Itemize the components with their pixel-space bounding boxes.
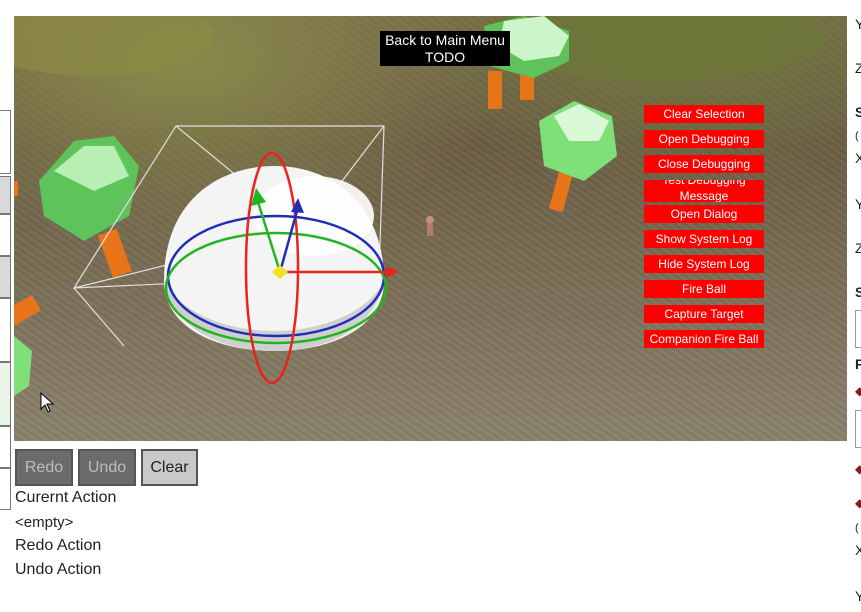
right-panel-label: Z (855, 60, 861, 76)
show-system-log-button[interactable]: Show System Log (644, 230, 764, 248)
left-panel-row[interactable] (0, 176, 11, 214)
tree (14, 294, 41, 396)
undo-action-label: Undo Action (15, 561, 102, 578)
close-debugging-button[interactable]: Close Debugging (644, 155, 764, 173)
tree (539, 101, 617, 213)
test-debugging-message-button[interactable]: Test Debugging Message (644, 180, 764, 202)
mouse-cursor-icon (40, 391, 55, 413)
right-panel-input[interactable] (855, 410, 861, 448)
hide-system-log-button[interactable]: Hide System Log (644, 255, 764, 273)
open-debugging-button[interactable]: Open Debugging (644, 130, 764, 148)
clear-selection-button[interactable]: Clear Selection (644, 105, 764, 123)
left-panel-row[interactable] (0, 214, 11, 256)
right-panel-label: Z (855, 240, 861, 256)
right-panel-heading: S (855, 104, 861, 120)
open-dialog-button[interactable]: Open Dialog (644, 205, 764, 223)
remove-icon[interactable]: ◆ (855, 384, 861, 398)
right-panel-label: Y (855, 588, 861, 604)
right-panel-label: ( (855, 130, 859, 142)
back-to-main-menu-button[interactable]: Back to Main Menu TODO (380, 31, 510, 66)
right-panel: Y Z S ( X Y Z S F ◆ ◆ ◆ ( X Y (854, 0, 861, 612)
right-panel-label: X (855, 542, 861, 558)
left-panel-row[interactable] (0, 256, 11, 298)
left-panel-row[interactable] (0, 426, 11, 468)
remove-icon[interactable]: ◆ (855, 496, 861, 510)
left-panel-row[interactable] (0, 298, 11, 362)
left-panel-row[interactable] (0, 110, 11, 174)
clear-button[interactable]: Clear (141, 449, 198, 486)
grass-patch (14, 16, 214, 76)
undo-button[interactable]: Undo (78, 449, 136, 486)
redo-button[interactable]: Redo (15, 449, 73, 486)
left-panel-row[interactable] (0, 362, 11, 426)
right-panel-label: Y (855, 16, 861, 32)
current-action-value: <empty> (15, 514, 74, 531)
right-panel-heading: F (855, 356, 861, 372)
right-panel-input[interactable] (855, 310, 861, 348)
left-panel (0, 0, 12, 612)
left-panel-row[interactable] (0, 468, 11, 510)
right-panel-label: X (855, 150, 861, 166)
scene-canvas[interactable] (14, 16, 847, 441)
game-viewport[interactable]: Back to Main Menu TODO Clear Selection O… (14, 16, 847, 441)
test-debugging-message-label: Test Debugging Message (662, 180, 746, 202)
tree (39, 136, 139, 278)
fire-ball-button[interactable]: Fire Ball (644, 280, 764, 298)
current-action-label: Curernt Action (15, 489, 117, 506)
redo-action-label: Redo Action (15, 537, 102, 554)
right-panel-label: ( (855, 522, 859, 534)
right-panel-heading: S (855, 284, 861, 300)
companion-fire-ball-button[interactable]: Companion Fire Ball (644, 330, 764, 348)
capture-target-button[interactable]: Capture Target (644, 305, 764, 323)
remove-icon[interactable]: ◆ (855, 462, 861, 476)
character (426, 216, 434, 236)
right-panel-label: Y (855, 196, 861, 212)
